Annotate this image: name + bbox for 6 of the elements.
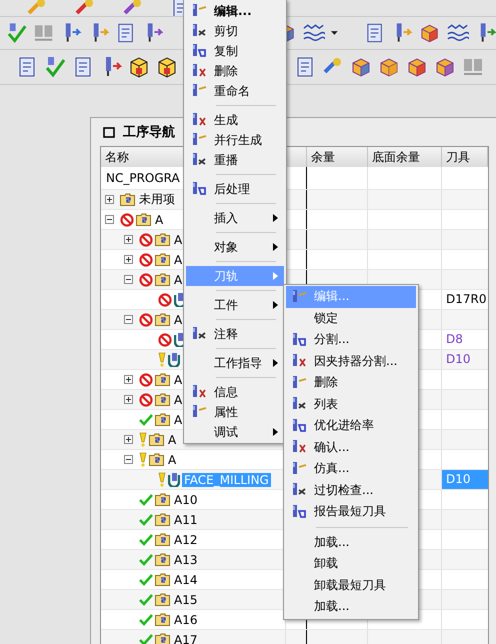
tool-cell-text: D8 <box>445 331 464 348</box>
tool-cell-text: D17R0 <box>445 291 488 308</box>
tool-cell-text: D10 <box>445 351 472 368</box>
panel-title: 工序导航 <box>123 124 175 141</box>
menu-item-ghost-text: 最短刀具 <box>338 576 386 594</box>
tool-cell: D10 <box>442 470 488 489</box>
